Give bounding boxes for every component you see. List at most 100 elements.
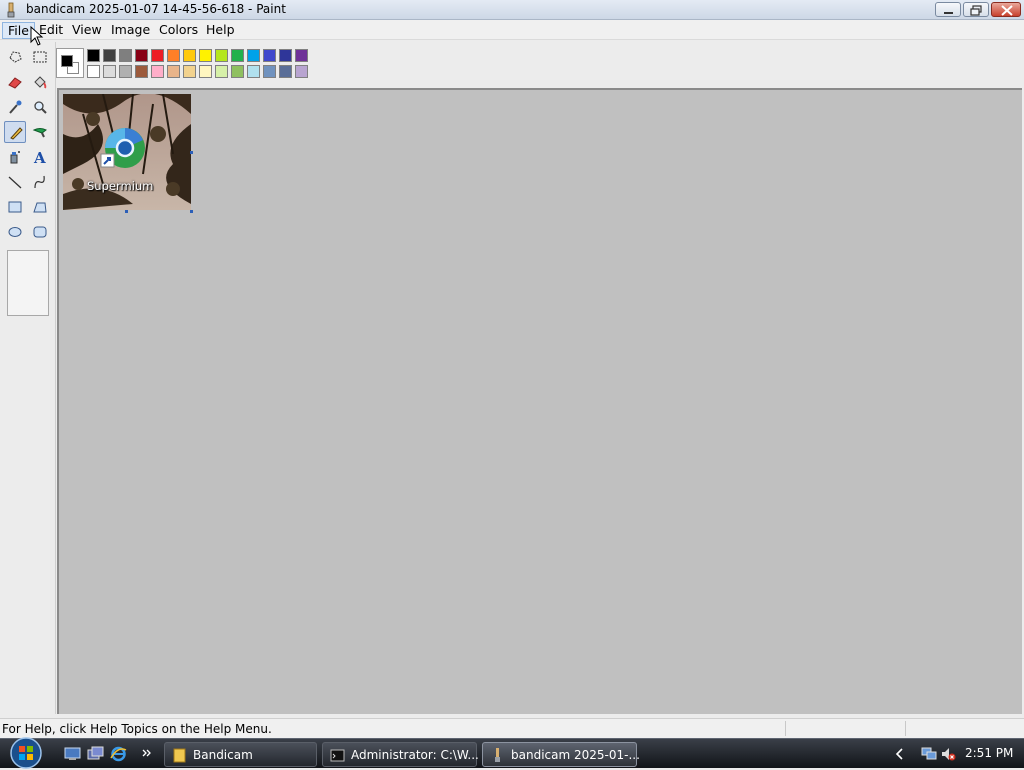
start-button[interactable] xyxy=(8,736,44,770)
show-desktop-icon[interactable] xyxy=(64,746,81,762)
command-prompt-icon xyxy=(330,749,345,762)
tool-polygon[interactable] xyxy=(29,196,51,218)
tool-magnifier[interactable] xyxy=(29,96,51,118)
color-swatch[interactable] xyxy=(295,65,308,78)
resize-handle-right[interactable] xyxy=(190,151,193,154)
supermium-browser-icon xyxy=(100,128,145,168)
paint-app-icon xyxy=(495,748,500,762)
internet-explorer-icon[interactable] xyxy=(110,746,127,762)
canvas-image[interactable]: Supermium xyxy=(63,94,191,210)
color-swatch[interactable] xyxy=(263,49,276,62)
resize-handle-corner[interactable] xyxy=(190,210,193,213)
mouse-cursor-icon xyxy=(30,26,44,46)
color-swatch[interactable] xyxy=(231,65,244,78)
taskbar: Bandicam Administrator: C:\W... bandicam… xyxy=(0,736,1024,770)
tool-text[interactable]: A xyxy=(29,146,51,168)
tool-rounded-rectangle[interactable] xyxy=(29,221,51,243)
color-swatch[interactable] xyxy=(87,49,100,62)
tool-line[interactable] xyxy=(4,171,26,193)
color-swatch[interactable] xyxy=(183,49,196,62)
color-swatch[interactable] xyxy=(119,65,132,78)
canvas-workspace[interactable]: Supermium xyxy=(57,88,1022,714)
foreground-color[interactable] xyxy=(61,55,73,67)
fill-bucket-icon xyxy=(34,76,47,89)
curve-icon xyxy=(34,175,45,189)
magnifier-icon xyxy=(34,101,47,114)
tool-free-form-select[interactable] xyxy=(4,46,26,68)
taskbar-button-label: Bandicam xyxy=(193,748,253,762)
status-divider xyxy=(905,721,906,736)
pick-color-icon xyxy=(9,100,22,114)
color-swatch[interactable] xyxy=(263,65,276,78)
system-clock[interactable]: 2:51 PM xyxy=(965,746,1013,760)
restore-button[interactable] xyxy=(963,2,989,17)
color-swatch[interactable] xyxy=(151,49,164,62)
tool-brush[interactable] xyxy=(29,121,51,143)
tool-ellipse[interactable] xyxy=(4,221,26,243)
current-colors[interactable] xyxy=(56,48,84,78)
color-swatch[interactable] xyxy=(199,65,212,78)
close-button[interactable] xyxy=(991,2,1021,17)
pencil-icon xyxy=(10,127,23,140)
color-swatch[interactable] xyxy=(215,65,228,78)
tool-eraser[interactable] xyxy=(4,71,26,93)
folder-icon xyxy=(173,748,186,763)
color-swatch[interactable] xyxy=(135,65,148,78)
color-swatch[interactable] xyxy=(119,49,132,62)
color-swatch[interactable] xyxy=(279,49,292,62)
color-swatch[interactable] xyxy=(103,65,116,78)
brush-icon xyxy=(32,128,47,138)
tool-pick-color[interactable] xyxy=(4,96,26,118)
switch-windows-icon[interactable] xyxy=(87,746,104,762)
color-palette xyxy=(56,44,316,84)
tool-pencil[interactable] xyxy=(4,121,26,143)
toolbox: A xyxy=(0,42,56,714)
paint-app-icon[interactable] xyxy=(4,2,18,18)
tool-rectangle[interactable] xyxy=(4,196,26,218)
tray-expand-icon[interactable] xyxy=(894,747,906,761)
tool-fill[interactable] xyxy=(29,71,51,93)
network-icon[interactable] xyxy=(921,746,937,762)
color-swatch[interactable] xyxy=(135,49,148,62)
menu-image[interactable]: Image xyxy=(106,22,155,39)
color-swatch[interactable] xyxy=(167,65,180,78)
menu-view[interactable]: View xyxy=(67,22,107,39)
color-swatch[interactable] xyxy=(183,65,196,78)
tool-curve[interactable] xyxy=(29,171,51,193)
line-icon xyxy=(8,176,22,189)
color-swatch[interactable] xyxy=(151,65,164,78)
svg-text:A: A xyxy=(33,149,46,165)
airbrush-icon xyxy=(10,151,20,164)
resize-handle-bottom[interactable] xyxy=(125,210,128,213)
color-swatch[interactable] xyxy=(167,49,180,62)
status-bar: For Help, click Help Topics on the Help … xyxy=(0,718,1024,738)
color-swatch[interactable] xyxy=(247,49,260,62)
color-swatch[interactable] xyxy=(87,65,100,78)
color-swatch[interactable] xyxy=(231,49,244,62)
text-icon: A xyxy=(33,149,46,165)
quick-launch-overflow-icon[interactable] xyxy=(142,746,152,762)
taskbar-button-paint[interactable]: bandicam 2025-01-... xyxy=(482,742,640,767)
status-divider xyxy=(785,721,786,736)
color-swatch[interactable] xyxy=(199,49,212,62)
taskbar-button-cmd[interactable]: Administrator: C:\W... xyxy=(322,742,479,767)
status-help-text: For Help, click Help Topics on the Help … xyxy=(2,722,272,736)
menu-help[interactable]: Help xyxy=(201,22,240,39)
color-swatch[interactable] xyxy=(103,49,116,62)
ellipse-icon xyxy=(8,227,22,237)
minimize-icon xyxy=(944,12,953,14)
tool-airbrush[interactable] xyxy=(4,146,26,168)
taskbar-button-bandicam[interactable]: Bandicam xyxy=(164,742,317,767)
close-icon xyxy=(1001,5,1013,16)
color-swatch[interactable] xyxy=(215,49,228,62)
color-swatch[interactable] xyxy=(279,65,292,78)
window-title: bandicam 2025-01-07 14-45-56-618 - Paint xyxy=(26,2,286,16)
color-swatch[interactable] xyxy=(295,49,308,62)
tool-options-panel[interactable] xyxy=(7,250,49,316)
title-bar[interactable]: bandicam 2025-01-07 14-45-56-618 - Paint xyxy=(0,0,1024,20)
color-swatch[interactable] xyxy=(247,65,260,78)
minimize-button[interactable] xyxy=(935,2,961,17)
tool-select[interactable] xyxy=(29,46,51,68)
volume-muted-icon[interactable] xyxy=(940,746,956,762)
menu-colors[interactable]: Colors xyxy=(154,22,203,39)
